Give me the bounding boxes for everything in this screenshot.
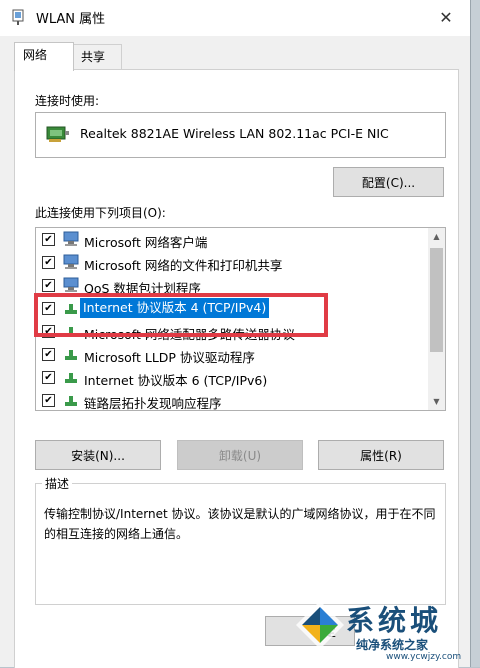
- list-item[interactable]: ✔ Internet 协议版本 6 (TCP/IPv6): [36, 366, 425, 389]
- scroll-down-arrow-icon[interactable]: ▼: [428, 393, 445, 410]
- item-label: 链路层拓扑发现响应程序: [84, 396, 222, 411]
- configure-button[interactable]: 配置(C)...: [333, 167, 444, 197]
- watermark-url: www.ycwjzy.com: [386, 652, 462, 662]
- checkbox[interactable]: ✔: [42, 256, 55, 269]
- tab-network[interactable]: 网络: [14, 42, 74, 71]
- scroll-up-arrow-icon[interactable]: ▲: [428, 228, 445, 245]
- network-client-icon: [63, 231, 79, 246]
- close-button[interactable]: ✕: [430, 4, 462, 32]
- checkbox[interactable]: ✔: [42, 348, 55, 361]
- description-text: 传输控制协议/Internet 协议。该协议是默认的广域网络协议，用于在不同的相…: [44, 507, 436, 541]
- watermark-subtitle: 纯净系统之家: [356, 638, 429, 652]
- title-bar: WLAN 属性 ✕: [0, 0, 470, 36]
- tab-sharing[interactable]: 共享: [72, 44, 122, 69]
- scroll-thumb[interactable]: [430, 248, 443, 352]
- watermark-title: 系统城: [346, 604, 443, 637]
- red-highlight-box: [34, 293, 328, 337]
- window-title: WLAN 属性: [36, 12, 106, 27]
- uninstall-button: 卸载(U): [177, 440, 303, 470]
- adapter-display: Realtek 8821AE Wireless LAN 802.11ac PCI…: [35, 112, 446, 158]
- connect-using-label: 连接时使用:: [35, 94, 100, 108]
- checkbox[interactable]: ✔: [42, 371, 55, 384]
- qos-scheduler-icon: [63, 277, 79, 292]
- watermark: 系统城 纯净系统之家 www.ycwjzy.com: [286, 597, 480, 667]
- close-icon: ✕: [439, 8, 453, 27]
- wlan-properties-dialog: WLAN 属性 ✕ 网络 共享 连接时使用: Realtek 8821AE Wi…: [0, 0, 471, 668]
- list-item[interactable]: ✔ 链路层拓扑发现响应程序: [36, 389, 425, 411]
- checkbox[interactable]: ✔: [42, 233, 55, 246]
- install-button[interactable]: 安装(N)...: [35, 440, 161, 470]
- protocol-icon: [65, 396, 77, 406]
- protocol-icon: [65, 350, 77, 360]
- list-item[interactable]: ✔ Microsoft 网络的文件和打印机共享: [36, 251, 425, 274]
- item-label: Microsoft 网络客户端: [84, 235, 208, 250]
- item-label: Microsoft 网络的文件和打印机共享: [84, 258, 283, 273]
- file-printer-sharing-icon: [63, 254, 79, 269]
- description-title: 描述: [42, 475, 73, 492]
- list-item[interactable]: ✔ Microsoft 网络客户端: [36, 228, 425, 251]
- checkbox[interactable]: ✔: [42, 394, 55, 407]
- network-adapter-icon: [12, 9, 24, 25]
- network-tab-panel: 连接时使用: Realtek 8821AE Wireless LAN 802.1…: [14, 69, 459, 668]
- item-label: Microsoft LLDP 协议驱动程序: [84, 350, 255, 365]
- adapter-name: Realtek 8821AE Wireless LAN 802.11ac PCI…: [80, 126, 389, 141]
- item-label: Internet 协议版本 6 (TCP/IPv6): [84, 373, 268, 388]
- list-item[interactable]: ✔ Microsoft LLDP 协议驱动程序: [36, 343, 425, 366]
- watermark-logo-icon: [296, 601, 344, 649]
- nic-icon: [46, 126, 69, 142]
- items-label: 此连接使用下列项目(O):: [35, 206, 166, 220]
- protocol-icon: [65, 373, 77, 383]
- checkbox[interactable]: ✔: [42, 279, 55, 292]
- list-scrollbar[interactable]: ▲ ▼: [428, 228, 445, 410]
- description-group: 描述 传输控制协议/Internet 协议。该协议是默认的广域网络协议，用于在不…: [35, 475, 446, 605]
- properties-button[interactable]: 属性(R): [318, 440, 444, 470]
- background-window-strip: [470, 0, 480, 667]
